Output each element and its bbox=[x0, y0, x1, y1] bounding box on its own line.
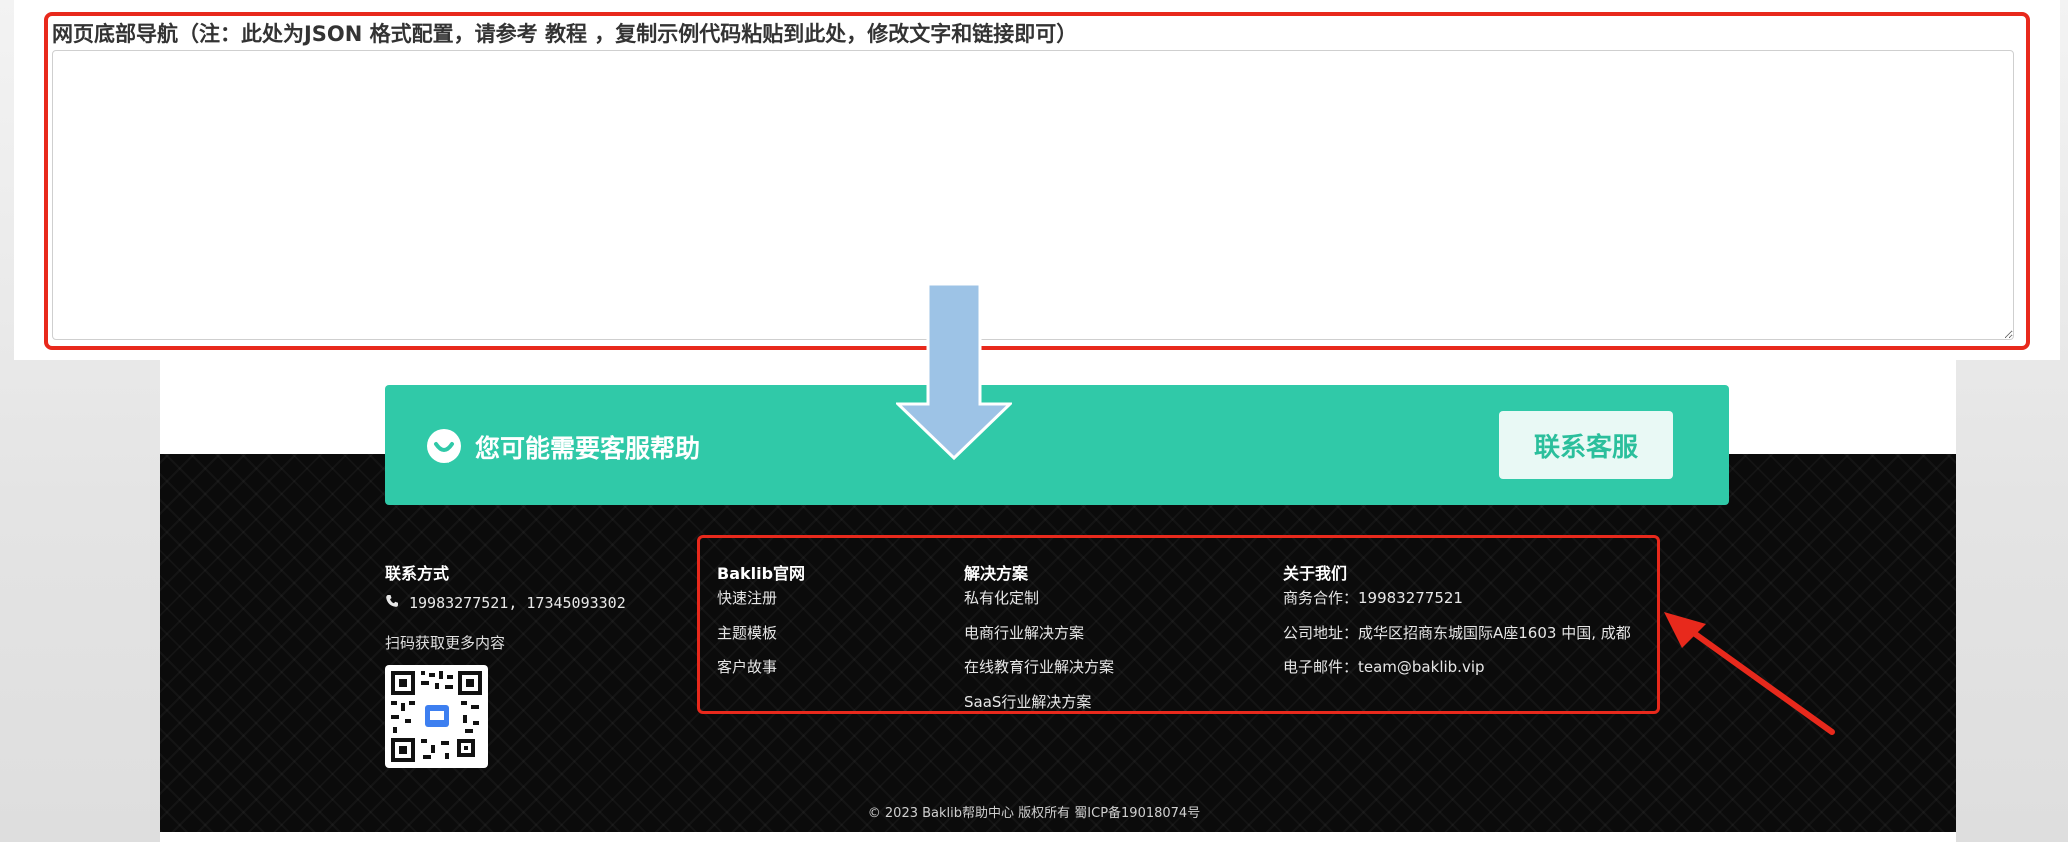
footer-link-themes[interactable]: 主题模板 bbox=[717, 622, 777, 643]
footer-link-private-deploy[interactable]: 私有化定制 bbox=[964, 587, 1039, 608]
contact-phone-numbers: 19983277521, 17345093302 bbox=[409, 594, 626, 612]
help-banner: 您可能需要客服帮助 联系客服 bbox=[385, 385, 1729, 505]
footer-col-title-about: 关于我们 bbox=[1283, 564, 1348, 583]
footer-link-customer-stories[interactable]: 客户故事 bbox=[717, 656, 777, 677]
qr-code-icon bbox=[385, 665, 488, 768]
contact-title: 联系方式 bbox=[385, 564, 450, 583]
phone-icon bbox=[385, 594, 403, 612]
contact-support-button[interactable]: 联系客服 bbox=[1499, 411, 1673, 479]
contact-phones: 19983277521, 17345093302 bbox=[385, 594, 626, 612]
copyright-text: © 2023 Baklib帮助中心 版权所有 蜀ICP备19018074号 bbox=[867, 806, 1201, 821]
footer-link-email[interactable]: 电子邮件：team@baklib.vip bbox=[1283, 656, 1485, 677]
footer-link-address[interactable]: 公司地址：成华区招商东城国际A座1603 中国, 成都 bbox=[1283, 622, 1631, 643]
footer-col-title-baklib: Baklib官网 bbox=[717, 564, 806, 583]
footer-link-ecommerce[interactable]: 电商行业解决方案 bbox=[964, 622, 1084, 643]
footer-link-business[interactable]: 商务合作：19983277521 bbox=[1283, 587, 1463, 608]
smile-chat-icon bbox=[427, 429, 461, 463]
footer-nav-json-textarea[interactable] bbox=[52, 50, 2014, 340]
red-arrow-icon bbox=[1664, 612, 1835, 735]
footer-link-saas[interactable]: SaaS行业解决方案 bbox=[964, 691, 1091, 712]
footer-col-title-solutions: 解决方案 bbox=[964, 564, 1029, 583]
footer-link-quick-register[interactable]: 快速注册 bbox=[717, 587, 777, 608]
footer-nav-field-label: 网页底部导航（注：此处为JSON 格式配置，请参考 教程 ，复制示例代码粘贴到此… bbox=[52, 22, 1078, 46]
help-banner-text: 您可能需要客服帮助 bbox=[475, 434, 701, 463]
qr-caption: 扫码获取更多内容 bbox=[385, 634, 506, 652]
down-arrow-icon bbox=[896, 282, 1012, 461]
footer-link-online-education[interactable]: 在线教育行业解决方案 bbox=[964, 656, 1114, 677]
